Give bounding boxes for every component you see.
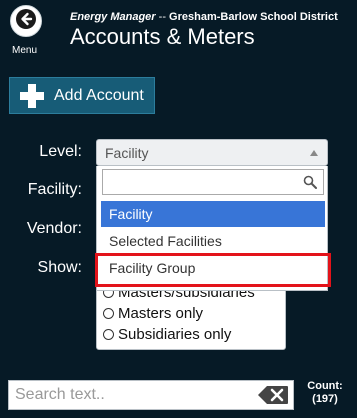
dropdown-option-selected-facilities[interactable]: Selected Facilities <box>101 228 325 254</box>
back-button[interactable] <box>10 5 42 37</box>
menu-label: Menu <box>12 45 38 56</box>
level-select[interactable]: Facility <box>96 139 328 166</box>
dropdown-search-input[interactable] <box>102 169 324 195</box>
radio-option-subsidiaries-only[interactable]: Subsidiaries only <box>103 324 231 344</box>
search-input[interactable] <box>9 381 249 409</box>
chevron-up-icon <box>310 150 318 156</box>
radio-button[interactable] <box>103 328 114 340</box>
district-name: Gresham-Barlow School District <box>169 11 338 23</box>
level-label: Level: <box>39 143 82 160</box>
plus-icon <box>20 83 44 108</box>
dropdown-option-facility[interactable]: Facility <box>101 201 325 227</box>
page-title: Accounts & Meters <box>70 24 255 49</box>
count-label: Count: <box>307 380 343 392</box>
search-field[interactable] <box>8 380 294 410</box>
search-icon <box>303 175 317 194</box>
vendor-label: Vendor: <box>26 220 82 237</box>
radio-label: Subsidiaries only <box>118 325 232 343</box>
radio-button[interactable] <box>103 307 114 319</box>
highlight-box <box>95 253 331 287</box>
count-value: (197) <box>312 393 338 405</box>
radio-label: Masters only <box>118 304 204 322</box>
app-subtitle: Energy Manager -- Gresham-Barlow School … <box>70 11 338 23</box>
show-label: Show: <box>37 259 82 276</box>
count-display: Count: (197) <box>300 380 350 406</box>
clear-icon[interactable] <box>257 385 289 405</box>
add-account-label: Add Account <box>54 86 144 104</box>
back-arrow-icon <box>15 8 37 35</box>
level-select-value: Facility <box>105 145 149 161</box>
app-name: Energy Manager <box>70 11 156 23</box>
facility-label: Facility: <box>27 181 82 198</box>
radio-option-masters-only[interactable]: Masters only <box>103 303 203 323</box>
add-account-button[interactable]: Add Account <box>9 77 155 114</box>
app-separator: -- <box>158 11 166 23</box>
